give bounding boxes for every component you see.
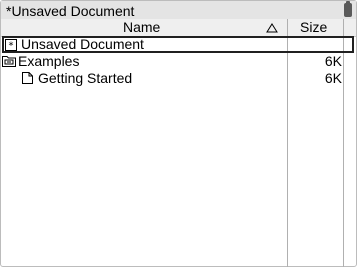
file-row-getting-started[interactable]: Getting Started 6K xyxy=(1,70,356,87)
file-row-label: Unsaved Document xyxy=(21,36,144,52)
file-row-label: Examples xyxy=(18,53,80,69)
document-icon xyxy=(22,72,33,84)
column-header-row: Name Size xyxy=(1,19,356,37)
file-row-size: 6K xyxy=(324,70,342,86)
sort-ascending-icon[interactable] xyxy=(266,23,278,33)
title-bar: *Unsaved Document xyxy=(1,1,356,19)
column-header-name-label: Name xyxy=(123,19,161,35)
file-row-examples[interactable]: Examples 6K xyxy=(1,53,356,70)
file-row-label: Getting Started xyxy=(38,70,133,86)
svg-text:*: * xyxy=(9,41,14,52)
file-row-unsaved-document[interactable]: * Unsaved Document xyxy=(2,36,354,53)
battery-icon xyxy=(344,3,352,17)
column-header-name[interactable]: Name xyxy=(1,19,287,36)
document-title: *Unsaved Document xyxy=(6,3,135,19)
folder-open-icon xyxy=(2,56,16,67)
column-header-size-label: Size xyxy=(300,19,328,35)
tns-document-icon: * xyxy=(5,39,17,51)
file-row-size: 6K xyxy=(324,53,342,69)
column-header-size[interactable]: Size xyxy=(288,19,344,36)
